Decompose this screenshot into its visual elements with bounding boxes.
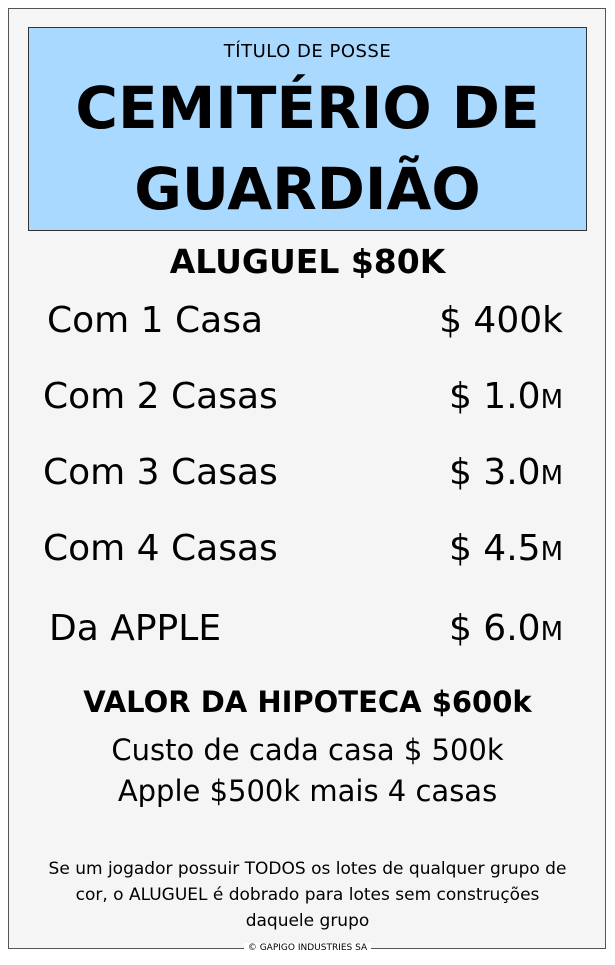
rent-row-label-5: Da APPLE [49, 608, 222, 649]
property-name-line1: CEMITÉRIO DE [75, 74, 540, 142]
rent-row-label-2: Com 2 Casas [43, 376, 278, 417]
monopoly-rule-text: Se um jogador possuir TODOS os lotes de … [48, 859, 567, 931]
mortgage-value: VALOR DA HIPOTECA $600k [83, 685, 532, 719]
apple-cost: Apple $500k mais 4 casas [117, 774, 498, 808]
deed-header: TÍTULO DE POSSE CEMITÉRIO DE GUARDIÃO [28, 27, 587, 231]
deed-label: TÍTULO DE POSSE [223, 41, 392, 62]
property-name-line2: GUARDIÃO [134, 155, 481, 223]
rent-row-amount-1: $ 400k [439, 300, 563, 341]
rent-row-amount-2: $ 1.0M [448, 376, 563, 417]
rent-row-label-1: Com 1 Casa [47, 300, 264, 341]
rent-row-amount-5: $ 6.0M [448, 608, 563, 649]
copyright-notice: © GAPIGO INDUSTRIES SA [0, 941, 615, 955]
rent-row-amount-4: $ 4.5M [448, 528, 563, 569]
house-cost: Custo de cada casa $ 500k [111, 733, 504, 767]
rent-row-label-3: Com 3 Casas [43, 452, 278, 493]
rent-row-label-4: Com 4 Casas [43, 528, 278, 569]
base-rent: ALUGUEL $80K [169, 242, 446, 281]
rent-row-amount-3: $ 3.0M [448, 452, 563, 493]
